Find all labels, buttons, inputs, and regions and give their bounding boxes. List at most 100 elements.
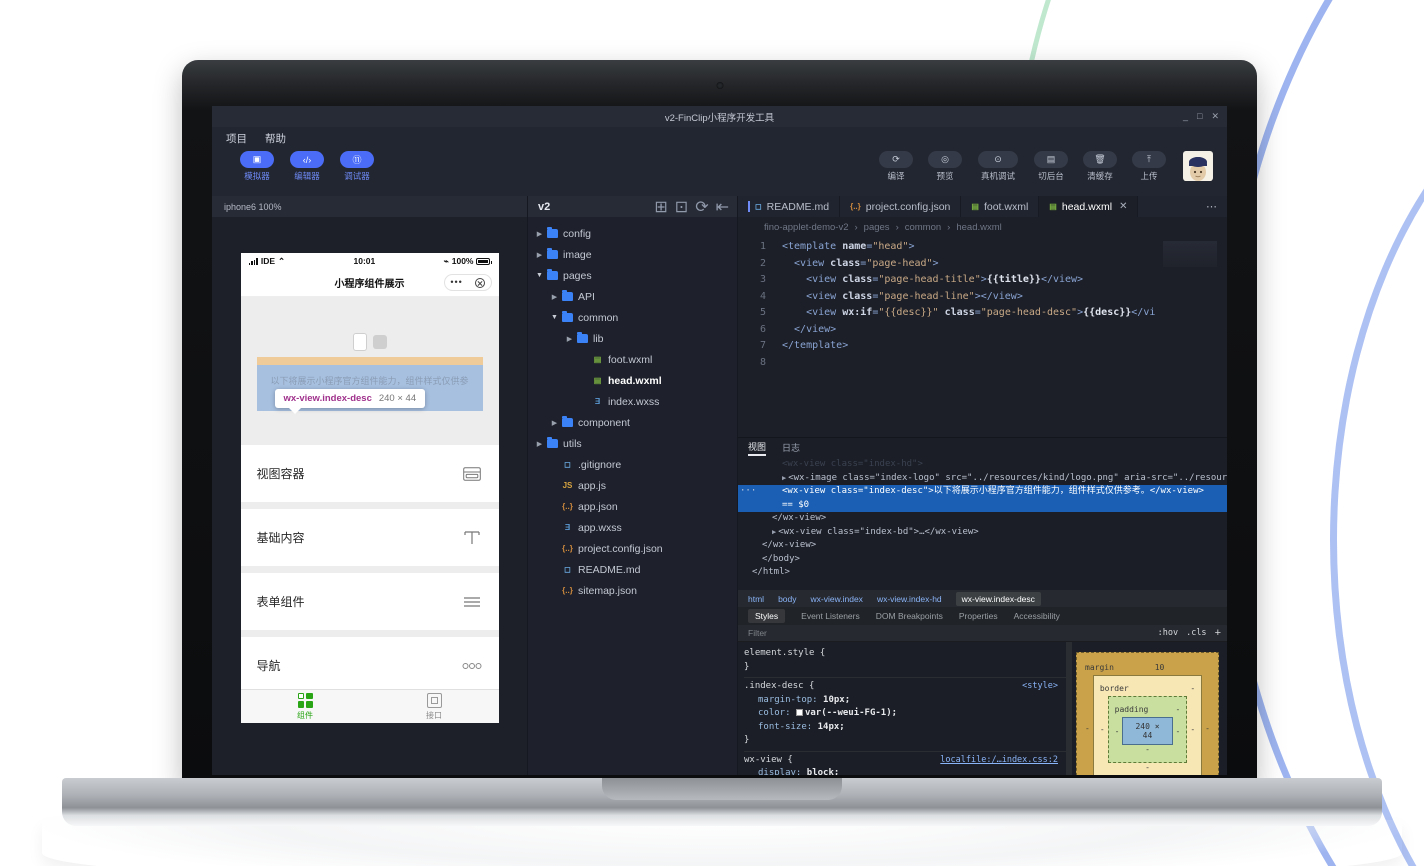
style-rule-source[interactable]: localfile:/…index.css:2 <box>940 754 1058 768</box>
new-file-icon[interactable]: ⊞ <box>654 197 667 217</box>
maximize-button[interactable]: □ <box>1197 111 1202 122</box>
toolbar-button-editor[interactable]: ‹/› 编辑器 <box>288 151 326 182</box>
new-style-rule-button[interactable]: + <box>1215 627 1221 639</box>
dom-breadcrumb-item[interactable]: wx-view.index <box>811 594 863 604</box>
tree-item[interactable]: JSapp.js <box>528 475 737 496</box>
style-rule-source[interactable]: <style> <box>1022 680 1058 694</box>
tree-item[interactable]: ▤head.wxml <box>528 370 737 391</box>
dom-breadcrumb-item[interactable]: body <box>778 594 796 604</box>
style-rule[interactable]: wx-view {localfile:/…index.css:2display:… <box>744 752 1066 776</box>
more-tabs-icon[interactable]: ⋯ <box>1196 196 1227 217</box>
tree-item[interactable]: ▶image <box>528 244 737 265</box>
list-item[interactable]: 导航 <box>241 637 499 689</box>
tab-components[interactable]: 组件 <box>241 690 370 723</box>
list-item[interactable]: 视图容器 <box>241 445 499 502</box>
styles-tab-accessibility[interactable]: Accessibility <box>1014 611 1060 621</box>
chevron-right-icon[interactable]: ▶ <box>564 335 575 343</box>
minimize-button[interactable]: _ <box>1183 111 1188 122</box>
editor-tab-project-config-json[interactable]: {..}project.config.json <box>840 196 961 217</box>
devtools-tab-view[interactable]: 视图 <box>748 440 766 456</box>
styles-tab-styles[interactable]: Styles <box>748 609 785 623</box>
list-item[interactable]: 表单组件 <box>241 573 499 630</box>
tree-item[interactable]: ▶lib <box>528 328 737 349</box>
dom-node[interactable]: <wx-view class="index-hd"> <box>738 458 1227 472</box>
breadcrumb-item[interactable]: fino-applet-demo-v2 <box>764 222 849 233</box>
editor-tab-README-md[interactable]: ◻README.md <box>738 196 840 217</box>
toolbar-button-background[interactable]: ▤ 切后台 <box>1032 151 1070 182</box>
close-circle-icon[interactable] <box>475 278 485 288</box>
dom-breadcrumb-item[interactable]: wx-view.index-hd <box>877 594 942 604</box>
editor-tab-foot-wxml[interactable]: ▤foot.wxml <box>961 196 1039 217</box>
styles-rules-list[interactable]: element.style {}.index-desc {<style>marg… <box>738 642 1066 775</box>
chevron-down-icon[interactable]: ▼ <box>534 272 545 279</box>
chevron-right-icon[interactable]: ▶ <box>782 474 786 482</box>
dom-breadcrumb-item[interactable]: html <box>748 594 764 604</box>
minimap[interactable] <box>1163 241 1217 267</box>
tree-item[interactable]: {..}app.json <box>528 496 737 517</box>
chevron-right-icon[interactable]: ▶ <box>549 293 560 301</box>
dom-node[interactable]: ▶<wx-view class="index-bd">…</wx-view> <box>738 526 1227 540</box>
toolbar-button-preview[interactable]: ◎ 预览 <box>926 151 964 182</box>
dom-node-selected[interactable]: ···<wx-view class="index-desc">以下将展示小程序官… <box>738 485 1227 512</box>
tree-item[interactable]: Ǝapp.wxss <box>528 517 737 538</box>
editor-tab-head-wxml[interactable]: ▤head.wxml✕ <box>1039 196 1138 217</box>
tree-item[interactable]: ▶API <box>528 286 737 307</box>
list-item[interactable]: 基础内容 <box>241 509 499 566</box>
chevron-right-icon[interactable]: ▶ <box>534 440 545 448</box>
chevron-right-icon[interactable]: ▶ <box>534 251 545 259</box>
dom-node[interactable]: ▶<wx-image class="index-logo" src="../re… <box>738 472 1227 486</box>
style-declaration[interactable]: color: var(--weui-FG-1); <box>744 707 1060 721</box>
breadcrumb-item[interactable]: pages <box>864 222 890 233</box>
dom-breadcrumb-item[interactable]: wx-view.index-desc <box>956 592 1041 606</box>
tree-item[interactable]: {..}sitemap.json <box>528 580 737 601</box>
tab-api[interactable]: 接口 <box>370 690 499 723</box>
dom-node[interactable]: </wx-view> <box>738 512 1227 526</box>
dom-tree[interactable]: <wx-view class="index-hd">▶<wx-image cla… <box>738 457 1227 590</box>
color-swatch[interactable] <box>796 709 803 716</box>
tree-item[interactable]: ▶component <box>528 412 737 433</box>
chevron-right-icon[interactable]: ▶ <box>534 230 545 238</box>
tree-item[interactable]: ◻README.md <box>528 559 737 580</box>
breadcrumb-item[interactable]: head.wxml <box>956 222 1001 233</box>
dom-node[interactable]: </body> <box>738 553 1227 567</box>
toolbar-button-debugger[interactable]: ⑪ 调试器 <box>338 151 376 182</box>
wechat-capsule[interactable]: ••• <box>444 274 492 291</box>
refresh-icon[interactable]: ⟳ <box>695 197 708 217</box>
menu-item-help[interactable]: 帮助 <box>265 131 286 146</box>
close-button[interactable]: ✕ <box>1211 111 1219 122</box>
toolbar-button-compile[interactable]: ⟳ 编译 <box>877 151 915 182</box>
chevron-right-icon[interactable]: ▶ <box>772 528 776 536</box>
devtools-tab-log[interactable]: 日志 <box>782 441 800 454</box>
dom-node[interactable]: </html> <box>738 566 1227 580</box>
cls-button[interactable]: .cls <box>1186 628 1206 638</box>
styles-tab-dom-breakpoints[interactable]: DOM Breakpoints <box>876 611 943 621</box>
breadcrumb-item[interactable]: common <box>905 222 941 233</box>
hov-button[interactable]: :hov <box>1158 628 1178 638</box>
style-rule[interactable]: element.style {} <box>744 645 1066 678</box>
more-dots-icon[interactable]: ••• <box>450 278 462 287</box>
style-declaration[interactable]: margin-top: 10px; <box>744 694 1060 708</box>
dom-node[interactable]: </wx-view> <box>738 539 1227 553</box>
tree-item[interactable]: ▤foot.wxml <box>528 349 737 370</box>
styles-filter-input[interactable]: Filter <box>748 628 1150 638</box>
new-folder-icon[interactable]: ⊡ <box>675 197 688 217</box>
styles-tab-properties[interactable]: Properties <box>959 611 998 621</box>
chevron-down-icon[interactable]: ▼ <box>549 314 560 321</box>
styles-tab-event-listeners[interactable]: Event Listeners <box>801 611 860 621</box>
dom-node-menu-icon[interactable]: ··· <box>740 485 756 499</box>
toolbar-button-device-debug[interactable]: ⊙ 真机调试 <box>975 151 1021 182</box>
close-tab-icon[interactable]: ✕ <box>1119 201 1127 212</box>
tree-item[interactable]: ▶config <box>528 223 737 244</box>
collapse-all-icon[interactable]: ⇤ <box>716 197 729 217</box>
chevron-right-icon[interactable]: ▶ <box>549 419 560 427</box>
tree-item[interactable]: ◻.gitignore <box>528 454 737 475</box>
user-avatar[interactable] <box>1183 151 1213 181</box>
tree-item[interactable]: Ǝindex.wxss <box>528 391 737 412</box>
toolbar-button-upload[interactable]: ⤒ 上传 <box>1130 151 1168 182</box>
code-editor[interactable]: 1<template name="head">2 <view class="pa… <box>738 237 1227 437</box>
tree-item[interactable]: ▼pages <box>528 265 737 286</box>
tree-item[interactable]: ▶utils <box>528 433 737 454</box>
style-rule[interactable]: .index-desc {<style>margin-top: 10px;col… <box>744 678 1066 752</box>
style-declaration[interactable]: font-size: 14px; <box>744 721 1060 735</box>
menu-item-project[interactable]: 项目 <box>226 131 247 146</box>
